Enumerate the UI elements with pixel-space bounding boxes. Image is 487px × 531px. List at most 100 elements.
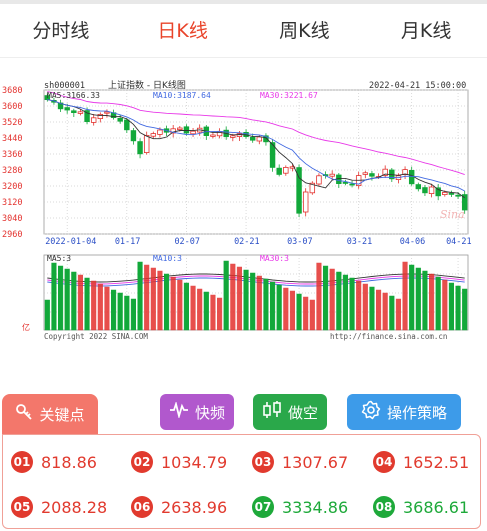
- candle-body: [422, 187, 428, 194]
- volume-bar: [236, 266, 243, 331]
- volume-bar: [342, 274, 349, 331]
- y-tick-label: 2960: [2, 230, 22, 240]
- level-item[interactable]: 04 1652.51: [373, 451, 469, 473]
- volume-bar: [210, 294, 216, 331]
- volume-bar: [64, 268, 70, 331]
- level-value: 1652.51: [403, 452, 470, 472]
- level-item[interactable]: 08 3686.61: [373, 496, 469, 518]
- tab-intraday[interactable]: 分时线: [0, 4, 122, 57]
- vol-ma30-label: MA30:3: [260, 254, 289, 263]
- volume-bar: [163, 273, 170, 331]
- volume-bar: [276, 284, 282, 331]
- volume-bar: [309, 299, 315, 331]
- candle-body: [130, 130, 137, 142]
- tab-weekly-k[interactable]: 周K线: [244, 4, 366, 57]
- volume-bar: [322, 265, 329, 331]
- candle-body: [77, 111, 84, 114]
- volume-bar: [51, 262, 57, 331]
- volume-bar: [263, 278, 269, 331]
- volume-bar: [44, 299, 50, 331]
- level-item[interactable]: 02 1034.79: [131, 451, 227, 473]
- volume-bar: [71, 271, 77, 331]
- action-buttons: 关键点 快频 做空 操作策略: [0, 394, 487, 434]
- volume-bar: [448, 282, 455, 331]
- chart-datetime: 2022-04-21 15:00:00: [369, 81, 466, 91]
- ma5-label: MA5:3166.33: [47, 91, 100, 100]
- x-tick-label: 2022-01-04: [45, 237, 96, 247]
- strategy-button[interactable]: 操作策略: [347, 394, 461, 430]
- key-points-button[interactable]: 关键点: [2, 394, 98, 434]
- ma10-label: MA10:3187.64: [153, 91, 211, 100]
- volume-bar: [356, 280, 362, 331]
- volume-bar: [144, 264, 150, 331]
- candle-body: [249, 137, 256, 141]
- candle-body: [428, 186, 435, 194]
- volume-bar: [157, 270, 163, 331]
- ma5-line: [47, 99, 465, 199]
- y-tick-label: 3600: [2, 102, 22, 112]
- tab-daily-k[interactable]: 日K线: [122, 4, 244, 57]
- volume-bar: [117, 292, 123, 331]
- candle-body: [230, 135, 236, 138]
- level-badge: 03: [252, 451, 274, 473]
- candle-body: [369, 173, 375, 177]
- volume-bar: [316, 262, 322, 331]
- y-tick-label: 3200: [2, 182, 22, 192]
- level-value: 1034.79: [161, 452, 228, 472]
- tab-monthly-k[interactable]: 月K线: [365, 4, 487, 57]
- volume-bar: [190, 285, 196, 331]
- level-value: 3334.86: [282, 497, 349, 517]
- level-badge: 02: [131, 451, 153, 473]
- x-tick-label: 04-06: [400, 237, 426, 247]
- level-item[interactable]: 06 2638.96: [131, 496, 227, 518]
- frequency-button[interactable]: 快频: [160, 394, 234, 430]
- y-tick-label: 3520: [2, 118, 22, 128]
- chart-code: sh000001: [44, 81, 85, 91]
- candle-body: [448, 192, 455, 195]
- candle-body: [150, 133, 157, 137]
- chart-title: 上证指数 - 日K线图: [108, 79, 186, 91]
- candle-body: [435, 187, 441, 197]
- candle-body: [183, 126, 190, 134]
- key-points-label: 关键点: [39, 405, 85, 424]
- level-item[interactable]: 05 2088.28: [11, 496, 107, 518]
- candle-body: [177, 127, 183, 131]
- candle-body: [143, 135, 150, 154]
- candle-body: [302, 191, 309, 213]
- key-icon: [15, 403, 33, 425]
- short-label: 做空: [287, 403, 318, 422]
- volume-bar: [303, 296, 309, 331]
- level-item[interactable]: 07 3334.86: [252, 496, 348, 518]
- volume-bar: [455, 285, 461, 331]
- y-tick-label: 3280: [2, 166, 22, 176]
- level-badge: 07: [252, 496, 274, 518]
- kline-chart[interactable]: 3680 3600 3520 3440 3360 3280 3200 3120 3040 2960…: [0, 68, 487, 358]
- copyright: Copyright 2022 SINA.COM: [44, 332, 148, 341]
- volume-bar: [435, 276, 441, 331]
- level-item[interactable]: 03 1307.67: [252, 451, 348, 473]
- volume-bar: [269, 281, 276, 331]
- chart-period-tabs: 分时线 日K线 周K线 月K线: [0, 4, 487, 58]
- candle-body: [455, 194, 461, 197]
- candle-body: [157, 129, 163, 135]
- level-item[interactable]: 01 818.86: [11, 451, 97, 473]
- vol-ma5-label: MA5:3: [47, 254, 71, 263]
- volume-bar: [183, 282, 190, 331]
- volume-bar: [97, 283, 103, 331]
- candlestick-icon: [262, 400, 282, 424]
- volume-bar: [336, 271, 342, 331]
- volume-bar: [216, 297, 223, 331]
- candle-body: [137, 141, 143, 155]
- volume-bar: [395, 298, 402, 331]
- candle-body: [276, 167, 282, 175]
- short-button[interactable]: 做空: [253, 394, 327, 430]
- y-tick-label: 3360: [2, 150, 22, 160]
- volume-bar: [57, 265, 64, 331]
- volume-bar: [283, 287, 289, 331]
- volume-bar: [382, 292, 388, 331]
- level-badge: 08: [373, 496, 395, 518]
- candle-body: [190, 130, 196, 135]
- volume-bar: [177, 279, 183, 331]
- vol-ma10-label: MA10:3: [153, 254, 182, 263]
- candle-body: [104, 111, 110, 114]
